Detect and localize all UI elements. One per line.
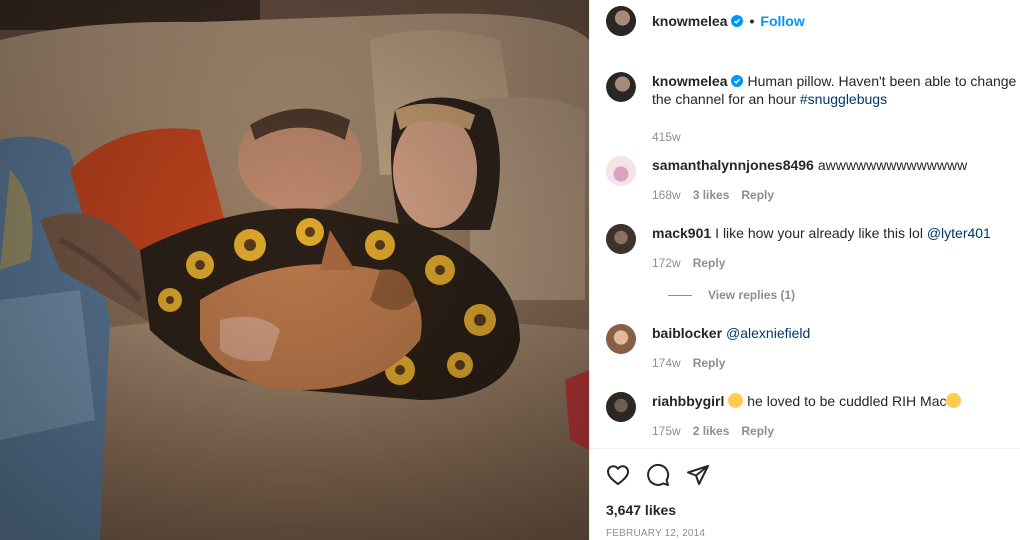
caption-meta: 415w — [652, 130, 693, 144]
reply-button[interactable]: Reply — [693, 356, 726, 370]
comment-body: awwwwwwwwwwwwww — [817, 157, 968, 173]
author-username[interactable]: knowmelea — [652, 13, 727, 29]
comment-meta: 174w Reply — [652, 356, 737, 370]
comment-meta: 175w 2 likes Reply — [652, 424, 786, 438]
view-replies-line — [668, 294, 692, 296]
post-header: knowmelea • Follow — [590, 0, 1020, 41]
caption-text: knowmelea Human pillow. Haven't been able… — [652, 72, 1020, 108]
commenter-avatar[interactable] — [606, 392, 636, 422]
commenter-avatar[interactable] — [606, 324, 636, 354]
comment-mention[interactable]: @lyter401 — [927, 225, 991, 241]
commenter-username[interactable]: baiblocker — [652, 325, 722, 341]
commenter-username[interactable]: mack901 — [652, 225, 711, 241]
crying-face-emoji — [946, 393, 962, 408]
author-avatar[interactable] — [606, 5, 636, 36]
verified-badge-icon — [731, 14, 744, 27]
likes-count[interactable]: 3,647 likes — [606, 502, 676, 518]
share-icon[interactable] — [686, 463, 710, 487]
action-icons — [606, 463, 710, 487]
comment-icon[interactable] — [646, 463, 670, 487]
heart-icon[interactable] — [606, 463, 630, 487]
commenter-avatar[interactable] — [606, 224, 636, 254]
separator-dot: • — [749, 12, 755, 29]
verified-badge-icon — [731, 75, 744, 87]
caption-avatar[interactable] — [606, 72, 636, 102]
reply-button[interactable]: Reply — [741, 424, 774, 438]
post-photo-image — [0, 0, 589, 540]
commenter-username[interactable]: samanthalynnjones8496 — [652, 157, 814, 173]
weary-face-emoji — [728, 393, 744, 408]
comment-text: samanthalynnjones8496 awwwwwwwwwwwwww — [652, 156, 1020, 174]
commenter-avatar[interactable] — [606, 156, 636, 186]
comment-text: riahbbygirl he loved to be cuddled RIH M… — [652, 392, 1020, 410]
view-replies-label: View replies (1) — [708, 288, 796, 302]
post-actions: 3,647 likes February 12, 2014 — [590, 448, 1020, 540]
post-date[interactable]: February 12, 2014 — [606, 528, 705, 539]
caption-username[interactable]: knowmelea — [652, 73, 727, 89]
comment-time[interactable]: 175w — [652, 424, 681, 438]
comment-body: I like how your already like this lol — [715, 225, 923, 241]
post-side-panel: knowmelea • Follow knowmelea Human pillow… — [589, 0, 1020, 540]
reply-button[interactable]: Reply — [741, 188, 774, 202]
comment-mention[interactable]: @alexniefield — [726, 325, 810, 341]
comment-time[interactable]: 174w — [652, 356, 681, 370]
follow-button[interactable]: Follow — [760, 13, 804, 29]
comment-text: baiblocker @alexniefield — [652, 324, 1020, 342]
comment-meta: 172w Reply — [652, 256, 737, 270]
comment-likes[interactable]: 2 likes — [693, 424, 730, 438]
comment-time[interactable]: 168w — [652, 188, 681, 202]
commenter-username[interactable]: riahbbygirl — [652, 393, 724, 409]
instagram-post: knowmelea • Follow knowmelea Human pillow… — [0, 0, 1020, 540]
comment-time[interactable]: 172w — [652, 256, 681, 270]
post-photo[interactable] — [0, 0, 589, 540]
comment-text: mack901 I like how your already like this… — [652, 224, 1020, 242]
comment-body: he loved to be cuddled RIH Mac — [747, 393, 947, 409]
view-replies-button[interactable]: View replies (1) — [668, 288, 795, 302]
comment-likes[interactable]: 3 likes — [693, 188, 730, 202]
caption-hashtag[interactable]: #snugglebugs — [800, 91, 887, 107]
reply-button[interactable]: Reply — [693, 256, 726, 270]
comment-meta: 168w 3 likes Reply — [652, 188, 786, 202]
caption-time[interactable]: 415w — [652, 130, 681, 144]
